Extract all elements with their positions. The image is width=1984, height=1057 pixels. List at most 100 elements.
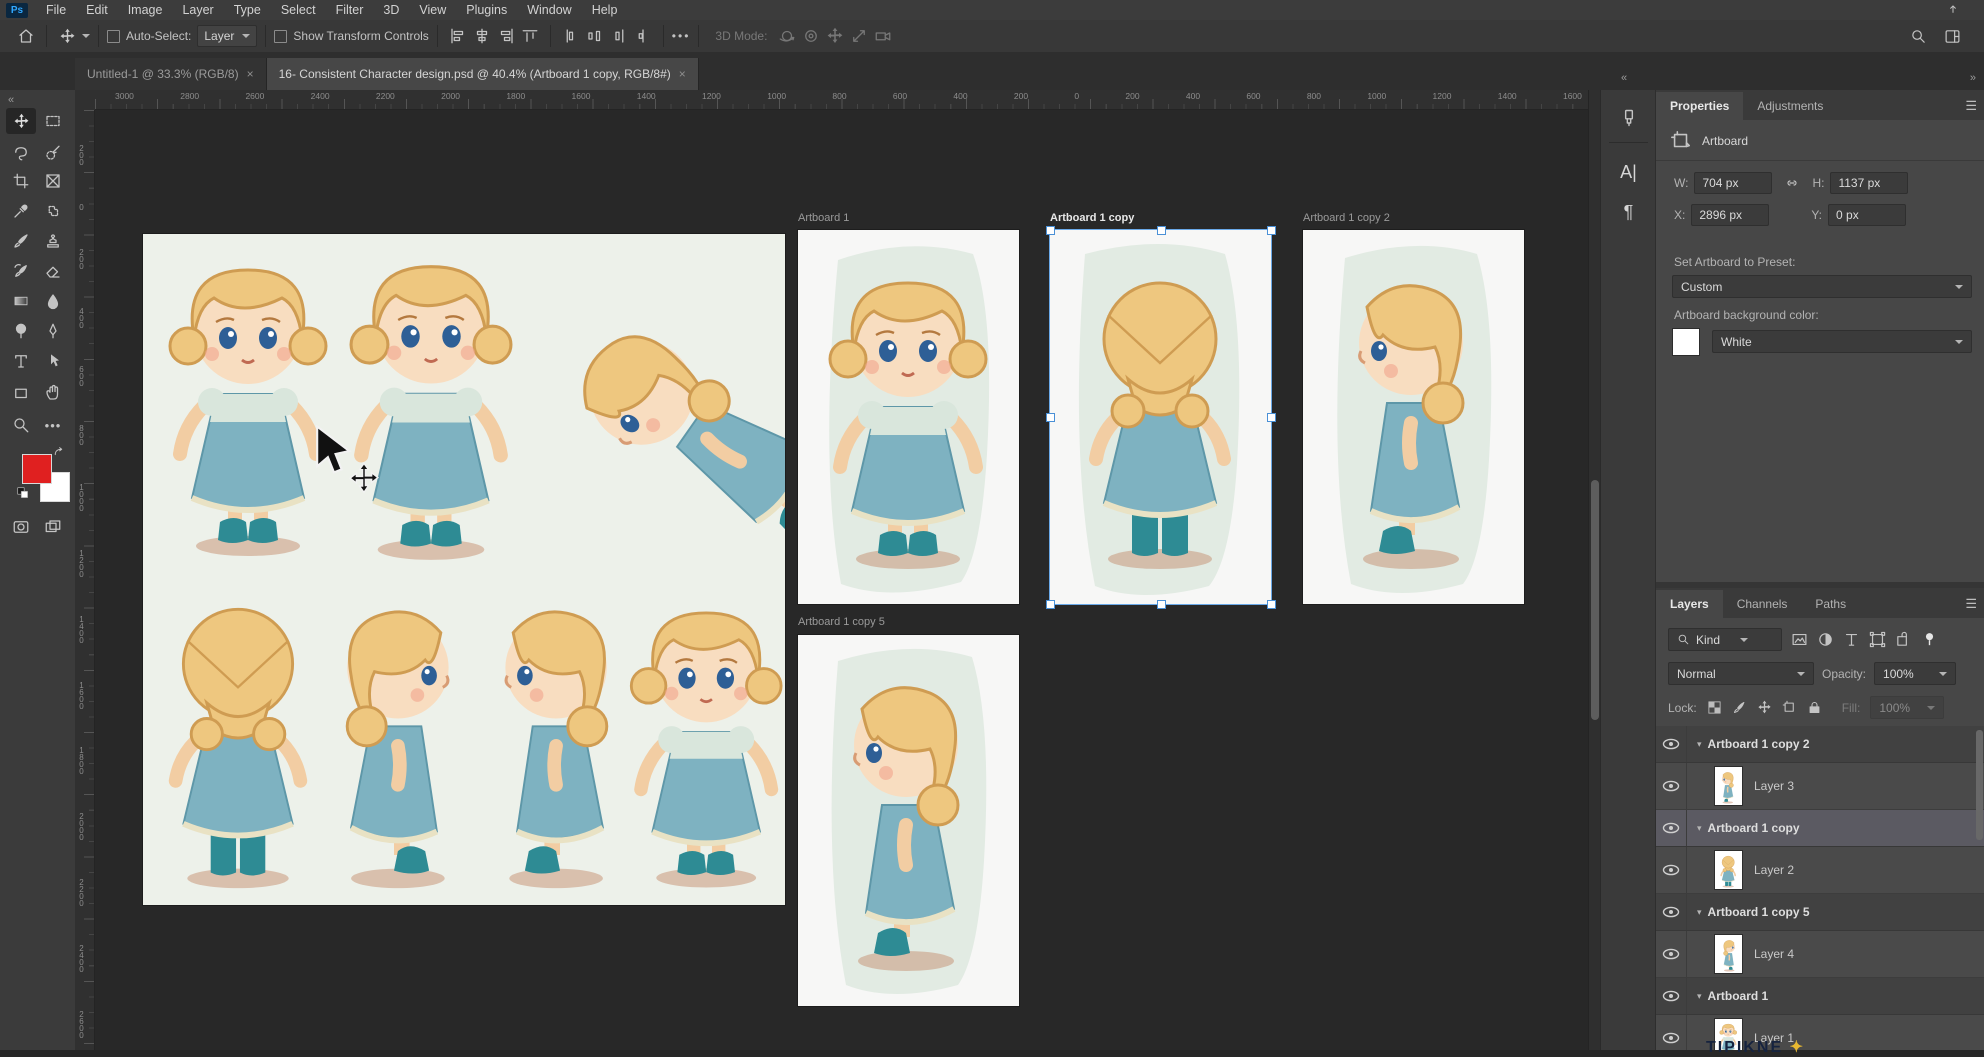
preset-dropdown[interactable]: Custom [1672, 275, 1972, 298]
3d-camera-icon[interactable] [871, 25, 895, 47]
history-brush-tool[interactable] [6, 258, 36, 284]
selection-handle[interactable] [1046, 226, 1055, 235]
window-share-icon[interactable] [1946, 3, 1960, 17]
align-left-edges-icon[interactable] [446, 25, 470, 47]
quick-mask-icon[interactable] [6, 514, 36, 540]
visibility-toggle[interactable] [1656, 726, 1687, 762]
filter-adjustment-layers-icon[interactable] [1817, 631, 1834, 648]
selection-handle[interactable] [1046, 600, 1055, 609]
artboard-1-copy-2[interactable] [1303, 230, 1524, 604]
brush-tool[interactable] [6, 228, 36, 254]
collapse-tools-icon[interactable]: « [8, 94, 15, 106]
layer-group-row[interactable]: ▾ Artboard 1 copy 5 [1656, 894, 1984, 931]
ruler-origin-corner[interactable] [75, 90, 96, 111]
menu-layer[interactable]: Layer [172, 0, 223, 20]
visibility-toggle[interactable] [1656, 763, 1687, 809]
layer-group-row[interactable]: ▾ Artboard 1 copy 2 [1656, 726, 1984, 763]
panel-menu-icon[interactable]: ☰ [1965, 98, 1977, 114]
edit-toolbar-icon[interactable]: ••• [38, 412, 68, 438]
layer-thumbnail[interactable] [1715, 851, 1742, 889]
auto-select-checkbox[interactable] [107, 30, 120, 43]
visibility-toggle[interactable] [1656, 978, 1687, 1014]
type-tool[interactable] [6, 348, 36, 374]
filter-pixel-layers-icon[interactable] [1791, 631, 1808, 648]
collapse-panels-icon[interactable]: » [1970, 72, 1977, 84]
distribute-top-icon[interactable] [559, 25, 583, 47]
filter-toggle-icon[interactable] [1921, 631, 1938, 648]
visibility-toggle[interactable] [1656, 894, 1687, 930]
artboard-1-copy[interactable] [1050, 230, 1271, 604]
clone-stamp-tool[interactable] [38, 228, 68, 254]
tab-paths[interactable]: Paths [1801, 590, 1860, 618]
swap-colors-icon[interactable] [52, 446, 65, 459]
distribute-horizontal-centers-icon[interactable] [583, 25, 607, 47]
pen-tool[interactable] [38, 318, 68, 344]
quick-selection-tool[interactable] [38, 140, 68, 166]
zoom-tool[interactable] [6, 412, 36, 438]
horizontal-ruler[interactable]: 300028002600 240022002000 180016001400 1… [95, 90, 1588, 110]
tab-adjustments[interactable]: Adjustments [1743, 92, 1837, 120]
menu-type[interactable]: Type [224, 0, 271, 20]
layer-thumbnail[interactable] [1715, 935, 1742, 973]
layer-row[interactable]: Layer 4 [1656, 931, 1984, 978]
3d-orbit-icon[interactable] [775, 25, 799, 47]
menu-file[interactable]: File [36, 0, 76, 20]
filter-shape-layers-icon[interactable] [1869, 631, 1886, 648]
move-tool[interactable] [6, 108, 36, 134]
chevron-down-icon[interactable]: ▾ [1697, 991, 1702, 1002]
distribute-vertical-icon[interactable] [631, 25, 655, 47]
menu-edit[interactable]: Edit [76, 0, 118, 20]
show-transform-checkbox[interactable] [274, 30, 287, 43]
tab-channels[interactable]: Channels [1723, 590, 1802, 618]
character-panel-icon[interactable]: A| [1601, 162, 1656, 183]
menu-window[interactable]: Window [517, 0, 581, 20]
selection-handle[interactable] [1267, 413, 1276, 422]
align-right-edges-icon[interactable] [494, 25, 518, 47]
align-more-options[interactable]: ••• [672, 29, 691, 43]
home-icon[interactable] [14, 25, 38, 47]
dodge-tool[interactable] [6, 318, 36, 344]
opacity-dropdown[interactable]: 100% [1874, 662, 1956, 685]
artboard-label-selected[interactable]: Artboard 1 copy [1050, 212, 1134, 224]
eyedropper-tool[interactable] [6, 198, 36, 224]
distribute-bottom-icon[interactable] [607, 25, 631, 47]
chevron-down-icon[interactable]: ▾ [1697, 823, 1702, 834]
tool-preset-move[interactable] [59, 28, 90, 45]
chevron-down-icon[interactable]: ▾ [1697, 739, 1702, 750]
layer-group-row[interactable]: ▾ Artboard 1 [1656, 978, 1984, 1015]
selection-handle[interactable] [1267, 226, 1276, 235]
lock-position-icon[interactable] [1757, 700, 1772, 715]
hand-tool[interactable] [38, 380, 68, 406]
auto-select-target-dropdown[interactable]: Layer [197, 25, 257, 47]
reference-image[interactable] [143, 234, 785, 905]
width-field[interactable]: 704 px [1694, 172, 1772, 194]
menu-filter[interactable]: Filter [326, 0, 374, 20]
fill-dropdown[interactable]: 100% [1870, 696, 1944, 719]
default-colors-icon[interactable] [16, 486, 30, 500]
filter-kind-dropdown[interactable]: Kind [1668, 628, 1782, 651]
foreground-color-swatch[interactable] [22, 454, 52, 484]
visibility-toggle[interactable] [1656, 847, 1687, 893]
selection-handle[interactable] [1157, 226, 1166, 235]
3d-pan-icon[interactable] [823, 25, 847, 47]
layer-thumbnail[interactable] [1715, 767, 1742, 805]
filter-type-layers-icon[interactable] [1843, 631, 1860, 648]
height-field[interactable]: 1137 px [1830, 172, 1908, 194]
menu-plugins[interactable]: Plugins [456, 0, 517, 20]
lasso-tool[interactable] [6, 140, 36, 166]
eraser-tool[interactable] [38, 258, 68, 284]
scrollbar-thumb[interactable] [1591, 480, 1599, 720]
screen-mode-icon[interactable] [38, 514, 68, 540]
x-field[interactable]: 2896 px [1691, 204, 1769, 226]
selection-handle[interactable] [1157, 600, 1166, 609]
tab-layers[interactable]: Layers [1656, 590, 1723, 618]
artboard-label[interactable]: Artboard 1 [798, 212, 849, 224]
align-horizontal-centers-icon[interactable] [470, 25, 494, 47]
link-dimensions-icon[interactable] [1782, 175, 1802, 191]
document-tab-untitled[interactable]: Untitled-1 @ 33.3% (RGB/8)× [75, 58, 267, 90]
visibility-toggle[interactable] [1656, 810, 1687, 846]
selection-handle[interactable] [1267, 600, 1276, 609]
marquee-tool[interactable] [38, 108, 68, 134]
panel-menu-icon[interactable]: ☰ [1965, 596, 1977, 612]
paragraph-panel-icon[interactable]: ¶ [1601, 202, 1656, 223]
